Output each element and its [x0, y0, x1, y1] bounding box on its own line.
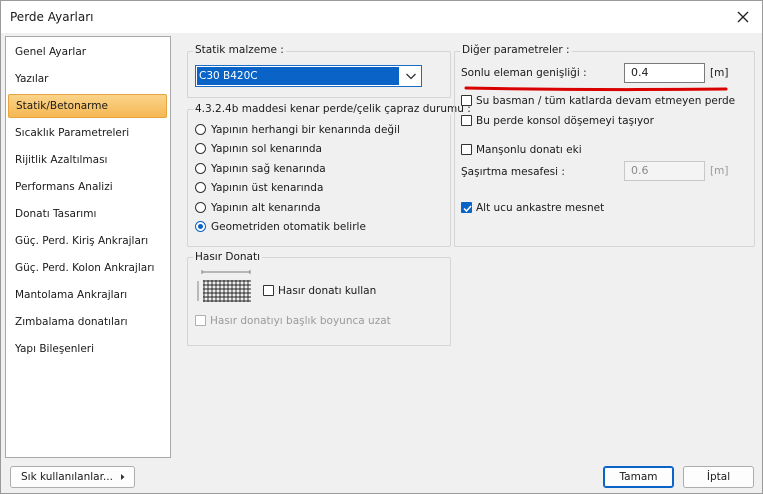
sidebar-item-mantolama[interactable]: Mantolama Ankrajları — [6, 283, 170, 307]
sidebar-item-yazilar[interactable]: Yazılar — [6, 67, 170, 91]
console-checkbox[interactable]: Bu perde konsol döşemeyi taşıyor — [461, 113, 654, 129]
chevron-right-icon — [120, 467, 126, 494]
sidebar-item-statik-betonarme[interactable]: Statik/Betonarme — [8, 94, 167, 118]
other-params-group-label: Diğer parametreler : — [460, 44, 572, 56]
cancel-button[interactable]: İptal — [683, 466, 754, 488]
radio-top[interactable]: Yapının üst kenarında — [195, 180, 323, 196]
sidebar-item-performans[interactable]: Performans Analizi — [6, 175, 170, 199]
sidebar-item-zimbalama[interactable]: Zımbalama donatıları — [6, 310, 170, 334]
sidebar-item-kiris-ankraj[interactable]: Güç. Perd. Kiriş Ankrajları — [6, 229, 170, 253]
stagger-label: Şaşırtma mesafesi : — [461, 166, 565, 178]
mesh-use-checkbox[interactable]: Hasır donatı kullan — [263, 283, 376, 299]
close-icon[interactable] — [732, 6, 754, 28]
radio-left[interactable]: Yapının sol kenarında — [195, 141, 322, 157]
settings-sidebar: Genel Ayarlar Yazılar Statik/Betonarme S… — [5, 36, 171, 458]
sidebar-item-kolon-ankraj[interactable]: Güç. Perd. Kolon Ankrajları — [6, 256, 170, 280]
mesh-group-label: Hasır Donatı — [193, 251, 263, 263]
stagger-unit: [m] — [710, 165, 729, 177]
material-select[interactable]: C30 B420C — [195, 65, 422, 87]
window-title: Perde Ayarları — [10, 10, 94, 24]
radio-auto-geometry[interactable]: Geometriden otomatik belirle — [195, 219, 366, 235]
sleeve-splice-checkbox[interactable]: Manşonlu donatı eki — [461, 142, 582, 158]
sidebar-item-genel-ayarlar[interactable]: Genel Ayarlar — [6, 40, 170, 64]
sidebar-item-sicaklik[interactable]: Sıcaklık Parametreleri — [6, 121, 170, 145]
title-bar: Perde Ayarları — [1, 1, 762, 33]
basement-checkbox[interactable]: Su basman / tüm katlarda devam etmeyen p… — [461, 93, 735, 109]
dialog-window: Perde Ayarları Genel Ayarlar Yazılar Sta… — [0, 0, 763, 494]
fe-width-input[interactable]: 0.4 — [624, 63, 705, 83]
favorites-button[interactable]: Sık kullanılanlar... — [10, 466, 135, 488]
stagger-input[interactable]: 0.6 — [624, 161, 705, 181]
fe-width-label: Sonlu eleman genişliği : — [461, 67, 587, 79]
ok-button[interactable]: Tamam — [603, 466, 674, 488]
sidebar-item-rijitlik[interactable]: Rijitlik Azaltılması — [6, 148, 170, 172]
bottom-fixed-support-checkbox[interactable]: Alt ucu ankastre mesnet — [461, 200, 604, 216]
radio-bottom[interactable]: Yapının alt kenarında — [195, 200, 321, 216]
mesh-extend-checkbox[interactable]: Hasır donatıyı başlık boyunca uzat — [195, 313, 391, 329]
material-group-label: Statik malzeme : — [193, 44, 286, 56]
radio-none[interactable]: Yapının herhangi bir kenarında değil — [195, 122, 400, 138]
sidebar-item-yapi-bilesenleri[interactable]: Yapı Bileşenleri — [6, 337, 170, 361]
chevron-down-icon — [405, 70, 417, 85]
cross-brace-group-label: 4.3.2.4b maddesi kenar perde/çelik çapra… — [193, 103, 473, 115]
fe-width-unit: [m] — [710, 67, 729, 79]
mesh-grid-icon — [195, 269, 253, 308]
radio-right[interactable]: Yapının sağ kenarında — [195, 161, 326, 177]
material-select-value: C30 B420C — [197, 67, 399, 85]
sidebar-item-donati-tasarimi[interactable]: Donatı Tasarımı — [6, 202, 170, 226]
